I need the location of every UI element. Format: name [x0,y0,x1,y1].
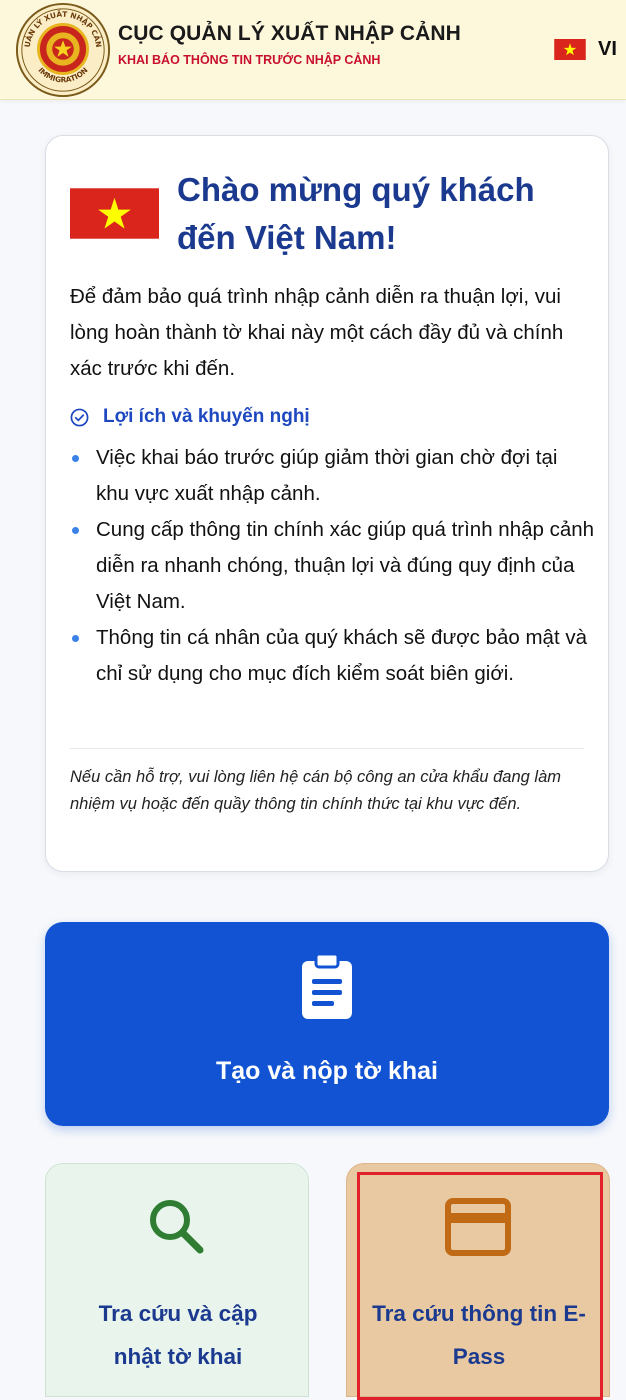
benefit-item: Cung cấp thông tin chính xác giúp quá tr… [70,512,595,620]
benefit-text: Thông tin cá nhân của quý khách sẽ được … [96,626,587,685]
vietnam-flag-icon [554,38,586,60]
check-circle-icon [70,408,89,426]
benefit-item: Việc khai báo trước giúp giảm thời gian … [70,440,595,512]
benefit-text: Việc khai báo trước giúp giảm thời gian … [96,446,558,505]
welcome-card: Chào mừng quý khách đến Việt Nam! Để đảm… [45,135,609,872]
immigration-emblem-logo: QUẢN LÝ XUẤT NHẬP CẢNH IMMIGRATION [14,1,111,98]
agency-name: CỤC QUẢN LÝ XUẤT NHẬP CẢNH [118,22,461,45]
create-declaration-button[interactable]: Tạo và nộp tờ khai [45,922,609,1126]
welcome-title: Chào mừng quý khách đến Việt Nam! [177,171,535,256]
benefits-heading: Lợi ích và khuyến nghị [70,402,310,432]
divider [70,748,584,749]
top-header: QUẢN LÝ XUẤT NHẬP CẢNH IMMIGRATION CỤC Q… [0,0,626,100]
benefit-item: Thông tin cá nhân của quý khách sẽ được … [70,620,595,692]
search-icon [150,1200,204,1254]
bullet-dot [72,527,79,534]
card-icon [445,1198,511,1256]
create-declaration-label: Tạo và nộp tờ khai [216,1057,438,1085]
benefits-title: Lợi ích và khuyến nghị [103,406,310,427]
page-subtitle: KHAI BÁO THÔNG TIN TRƯỚC NHẬP CẢNH [118,53,381,67]
epass-lookup-button[interactable]: Tra cứu thông tin E-Pass [346,1163,610,1400]
benefit-list: Việc khai báo trước giúp giảm thời gian … [70,440,595,692]
benefit-text: Cung cấp thông tin chính xác giúp quá tr… [96,518,595,613]
bullet-dot [72,635,79,642]
vietnam-flag-icon [70,188,159,239]
lookup-update-label: Tra cứu và cập nhật tờ khai [98,1301,258,1369]
bullet-dot [72,455,79,462]
intro-text: Để đảm bảo quá trình nhập cảnh diễn ra t… [70,285,564,380]
epass-lookup-label: Tra cứu thông tin E-Pass [372,1301,586,1369]
help-note: Nếu cần hỗ trợ, vui lòng liên hệ cán bộ … [70,768,561,813]
language-selector[interactable]: VI [554,34,626,64]
language-code: VI [598,37,617,60]
clipboard-icon [302,952,352,1019]
lookup-update-declaration-button[interactable]: Tra cứu và cập nhật tờ khai [45,1163,309,1397]
